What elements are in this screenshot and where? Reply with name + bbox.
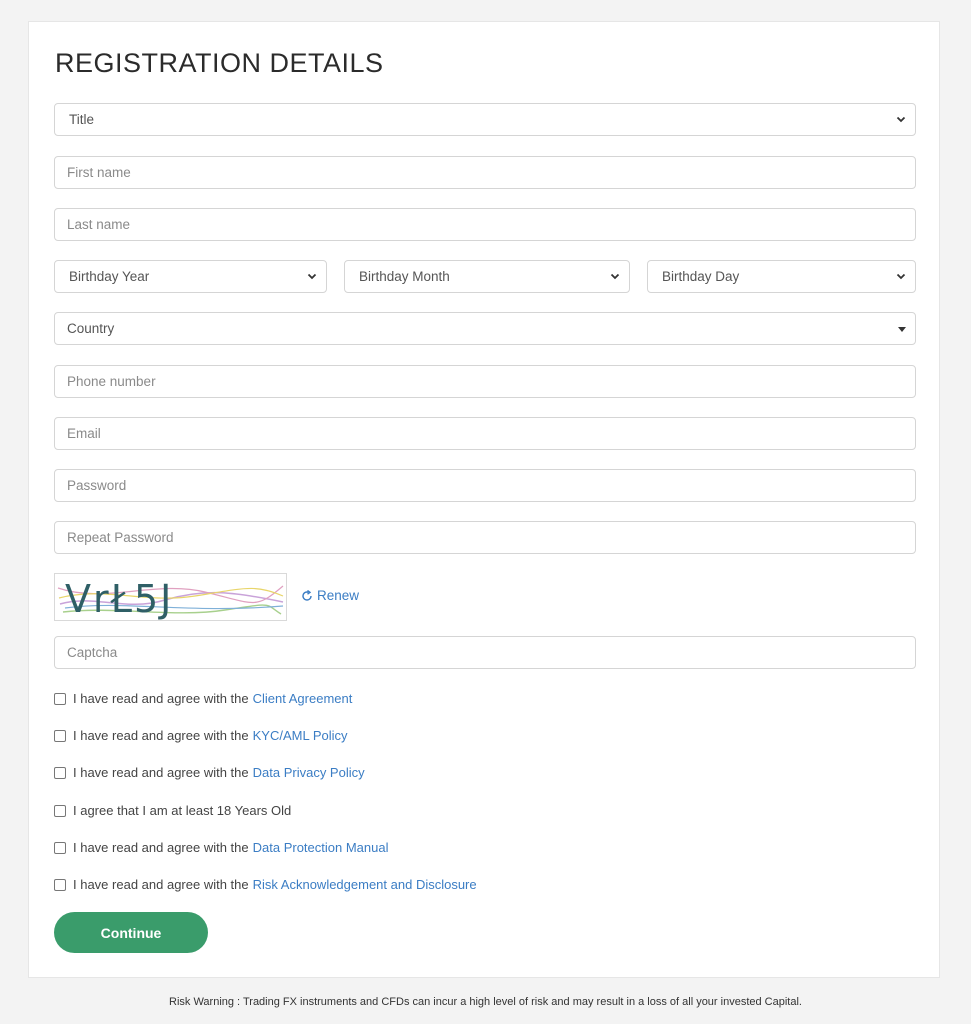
chevron-down-icon: [610, 273, 620, 279]
data-protection-link[interactable]: Data Protection Manual: [253, 840, 389, 855]
chevron-down-icon: [896, 273, 906, 279]
password-placeholder: Password: [67, 478, 127, 493]
birthday-day-select[interactable]: Birthday Day: [647, 260, 916, 293]
birthday-year-value: Birthday Year: [69, 269, 150, 284]
repeat-password-input[interactable]: Repeat Password: [54, 521, 916, 554]
birthday-year-select[interactable]: Birthday Year: [54, 260, 327, 293]
title-select-value: Title: [69, 112, 95, 127]
captcha-graphic: VrŁ5J: [57, 577, 284, 621]
captcha-input[interactable]: Captcha: [54, 636, 916, 669]
continue-button[interactable]: Continue: [54, 912, 208, 953]
title-select[interactable]: Title: [54, 103, 916, 136]
client-agreement-checkbox[interactable]: [54, 692, 66, 705]
first-name-placeholder: First name: [67, 165, 131, 180]
birthday-month-value: Birthday Month: [359, 269, 450, 284]
birthday-day-value: Birthday Day: [662, 269, 740, 284]
kyc-aml-checkbox[interactable]: [54, 729, 66, 742]
kyc-aml-link[interactable]: KYC/AML Policy: [253, 728, 348, 743]
last-name-placeholder: Last name: [67, 217, 131, 232]
caret-down-icon: [898, 327, 906, 332]
agreement-text: I have read and agree with the: [73, 840, 249, 855]
data-protection-checkbox[interactable]: [54, 841, 66, 854]
refresh-icon: [302, 589, 312, 601]
page-title: REGISTRATION DETAILS: [55, 48, 384, 78]
agreement-kyc: I have read and agree with the KYC/AML P…: [54, 728, 348, 743]
agreement-text: I agree that I am at least 18 Years Old: [73, 803, 292, 818]
phone-placeholder: Phone number: [67, 374, 156, 389]
captcha-image: VrŁ5J: [54, 573, 287, 621]
registration-card: REGISTRATION DETAILS Title First name La…: [28, 21, 940, 978]
risk-disclosure-link[interactable]: Risk Acknowledgement and Disclosure: [253, 877, 477, 892]
agreement-text: I have read and agree with the: [73, 877, 249, 892]
agreement-age: I agree that I am at least 18 Years Old: [54, 803, 291, 818]
agreement-text: I have read and agree with the: [73, 728, 249, 743]
captcha-text: VrŁ5J: [65, 577, 173, 620]
risk-warning: Risk Warning : Trading FX instruments an…: [169, 996, 802, 1008]
agreement-client: I have read and agree with the Client Ag…: [54, 691, 352, 706]
last-name-input[interactable]: Last name: [54, 208, 916, 241]
agreement-text: I have read and agree with the: [73, 765, 249, 780]
data-privacy-checkbox[interactable]: [54, 766, 66, 779]
agreement-protection: I have read and agree with the Data Prot…: [54, 840, 388, 855]
country-select[interactable]: Country: [54, 312, 916, 345]
agreement-text: I have read and agree with the: [73, 691, 249, 706]
repeat-password-placeholder: Repeat Password: [67, 530, 174, 545]
birthday-month-select[interactable]: Birthday Month: [344, 260, 630, 293]
age-checkbox[interactable]: [54, 804, 66, 817]
agreement-risk: I have read and agree with the Risk Ackn…: [54, 877, 477, 892]
chevron-down-icon: [307, 273, 317, 279]
renew-label: Renew: [317, 588, 360, 603]
renew-captcha-button[interactable]: Renew: [301, 588, 359, 603]
risk-disclosure-checkbox[interactable]: [54, 878, 66, 891]
phone-input[interactable]: Phone number: [54, 365, 916, 398]
data-privacy-link[interactable]: Data Privacy Policy: [253, 765, 365, 780]
password-input[interactable]: Password: [54, 469, 916, 502]
first-name-input[interactable]: First name: [54, 156, 916, 189]
client-agreement-link[interactable]: Client Agreement: [253, 691, 353, 706]
email-input[interactable]: Email: [54, 417, 916, 450]
agreement-privacy: I have read and agree with the Data Priv…: [54, 765, 365, 780]
email-placeholder: Email: [67, 426, 101, 441]
chevron-down-icon: [896, 116, 906, 122]
captcha-placeholder: Captcha: [67, 645, 118, 660]
country-value: Country: [67, 321, 115, 336]
